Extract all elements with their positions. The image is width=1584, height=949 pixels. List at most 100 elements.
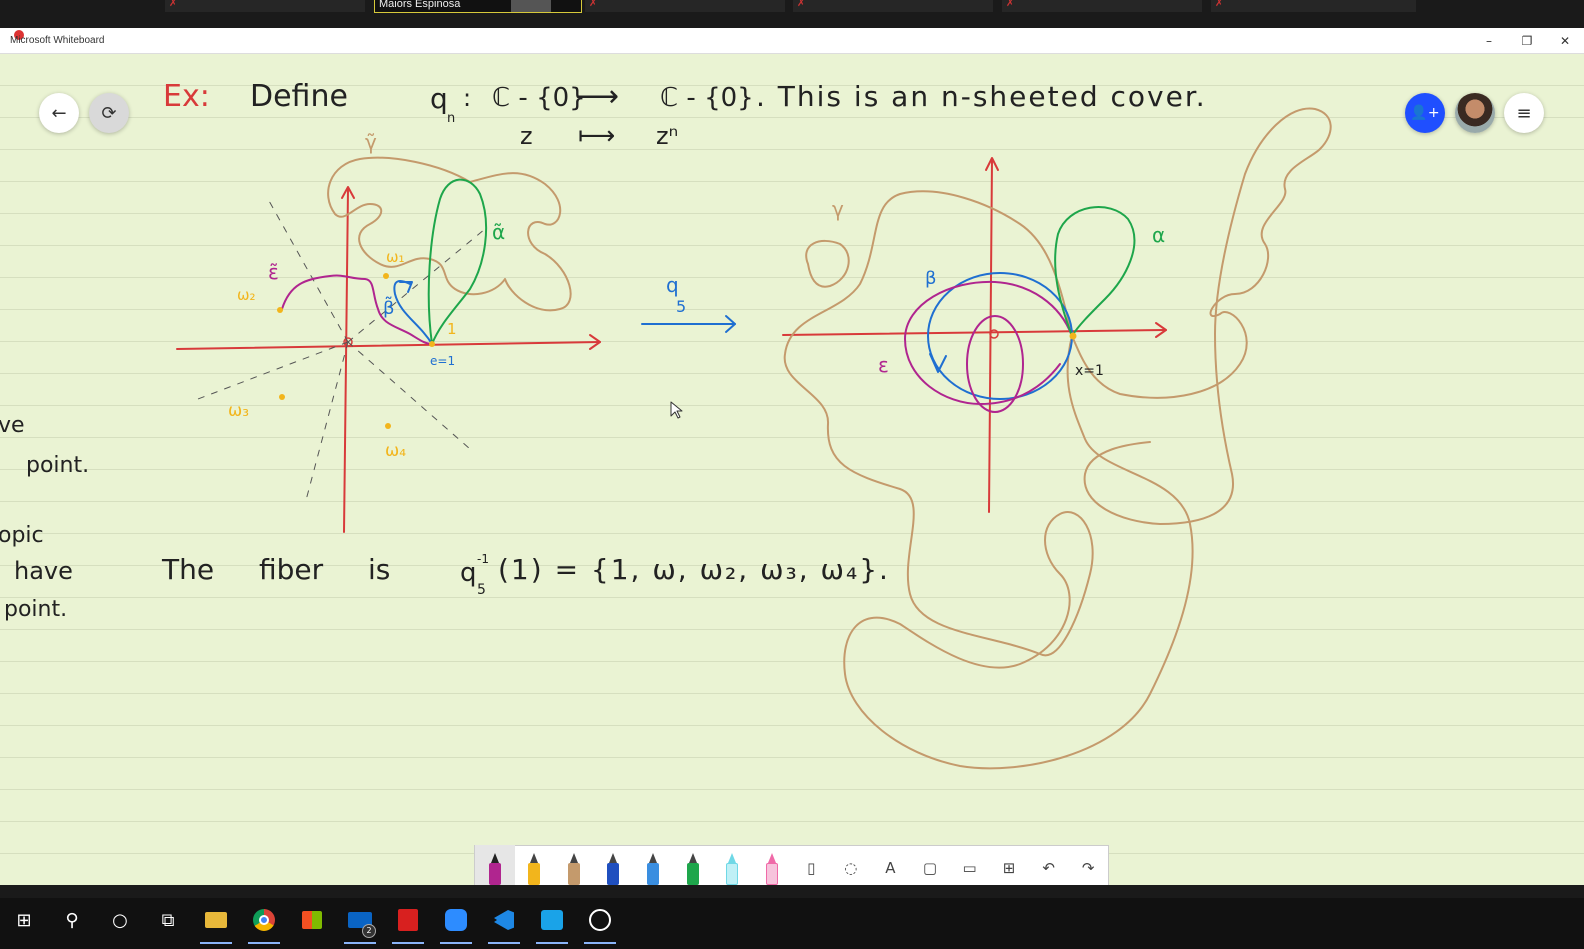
mouse-cursor-icon (670, 401, 683, 419)
muted-mic-icon: ✗ (1215, 0, 1224, 9)
ink-z: z (520, 122, 533, 150)
pen-blue-tool[interactable] (594, 845, 634, 885)
zoom-tile[interactable]: ✗ (793, 0, 993, 12)
store-icon[interactable] (288, 898, 336, 942)
acrobat-icon[interactable] (384, 898, 432, 944)
avatar[interactable] (1455, 93, 1495, 133)
back-button[interactable]: ← (39, 93, 79, 133)
label-w2: ω₂ (237, 286, 256, 304)
ink-domain: ℂ - {0} (492, 83, 586, 113)
zoom-icon[interactable] (432, 898, 480, 944)
menu-button[interactable]: ≡ (1504, 93, 1544, 133)
vscode-icon[interactable] (480, 898, 528, 944)
start-icon[interactable]: ⊞ (0, 898, 48, 942)
left-plot: γ̃ α̃ ε̃ β̃ ω₁ ω₂ ω₃ ω₄ 1 e=1 (176, 130, 601, 533)
label-gamma: γ (832, 197, 844, 221)
taskbar-gap (0, 885, 1584, 898)
task-view-icon[interactable]: ⧉ (144, 898, 192, 942)
label-w1: ω₁ (386, 248, 405, 266)
photos-icon[interactable] (576, 898, 624, 944)
add-icon: ⊞ (1002, 859, 1016, 877)
muted-mic-icon: ✗ (169, 0, 178, 9)
whiteboard-app-icon[interactable] (528, 898, 576, 944)
label-w3: ω₃ (228, 401, 249, 421)
whiteboard-canvas[interactable]: Ex: Define q n : ℂ - {0} ⟶ ℂ - {0} . Thi… (0, 54, 1584, 885)
lasso-tool[interactable]: ◌ (831, 845, 871, 885)
pen-yellow-tool[interactable] (515, 845, 555, 885)
pen-brown-tool[interactable] (554, 845, 594, 885)
file-explorer-icon[interactable] (192, 898, 240, 944)
map-q: q (666, 273, 679, 297)
margin-fragment-3: opic (0, 523, 44, 548)
zoom-active-speaker-tile[interactable]: Maiors Espinosa (374, 0, 582, 13)
pen-magenta-tool[interactable] (475, 845, 515, 885)
cortana-icon[interactable]: ○ (96, 898, 144, 942)
muted-mic-icon: ✗ (797, 0, 806, 9)
ink-fiber-q: q (460, 558, 477, 588)
point-one (429, 341, 435, 347)
text-icon: A (885, 859, 896, 877)
ink-statement: . This is an n-sheeted cover. (756, 80, 1207, 113)
shape-tool[interactable]: ▢ (910, 845, 950, 885)
redo-button[interactable]: ↷ (1068, 845, 1108, 885)
ink-arrow: ⟶ (576, 79, 619, 114)
invite-button[interactable]: 👤+ (1405, 93, 1445, 133)
minimize-button[interactable]: – (1474, 31, 1504, 51)
label-e1: e=1 (430, 354, 455, 368)
mail-badge: 2 (362, 924, 376, 938)
curve-gamma-tilde (327, 156, 572, 312)
label-beta-tilde: β̃ (383, 297, 395, 319)
ink-colon: : (463, 84, 471, 112)
map-q-sub: 5 (676, 297, 686, 316)
curve-beta-tilde (393, 280, 433, 345)
zoom-tile[interactable]: ✗ (1002, 0, 1202, 12)
lasso-icon: ◌ (844, 859, 858, 877)
ink-zn: zⁿ (656, 122, 678, 150)
map-q5: q 5 (641, 273, 736, 333)
redo-icon: ↷ (1081, 859, 1095, 877)
ink-q-sub: n (447, 111, 455, 126)
ink-fiber-sub: 5 (477, 582, 486, 598)
point-w3 (279, 394, 285, 400)
undo-button[interactable]: ↶ (1029, 845, 1069, 885)
close-button[interactable]: ✕ (1550, 31, 1580, 51)
image-icon: ▭ (962, 859, 977, 877)
label-x1: x=1 (1075, 363, 1104, 379)
zoom-tile[interactable]: ✗ (165, 0, 365, 12)
ink-ex: Ex: (163, 79, 210, 114)
speaker-video (511, 0, 551, 12)
label-gamma-tilde: γ̃ (365, 130, 377, 154)
image-tool[interactable]: ▭ (950, 845, 990, 885)
margin-fragment-4: have (14, 557, 73, 585)
highlighter-pink-tool[interactable] (752, 845, 792, 885)
label-w4: ω₄ (385, 441, 406, 461)
screen: ✗ Maiors Espinosa ✗ ✗ ✗ ✗ Microsoft Whit… (0, 0, 1584, 949)
restore-button[interactable]: ❐ (1512, 31, 1542, 51)
left-rays (197, 198, 486, 505)
ink-define: Define (250, 79, 348, 114)
ink-q: q (430, 82, 448, 115)
ruler-icon: ▯ (807, 859, 816, 877)
add-tool[interactable]: ⊞ (989, 845, 1029, 885)
ink-fiber-set: (1) = {1, ω, ω₂, ω₃, ω₄}. (498, 553, 890, 586)
shape-icon: ▢ (922, 859, 938, 877)
mail-icon[interactable]: 2 (336, 898, 384, 944)
pen-light-blue-tool[interactable] (633, 845, 673, 885)
zoom-tile[interactable]: ✗ (585, 0, 785, 12)
ink-layer: Ex: Define q n : ℂ - {0} ⟶ ℂ - {0} . Thi… (0, 79, 1332, 770)
label-one: 1 (447, 320, 457, 338)
left-y-axis (343, 188, 349, 533)
ruler-tool[interactable]: ▯ (792, 845, 832, 885)
text-tool[interactable]: A (871, 845, 911, 885)
search-icon[interactable]: ⚲ (48, 898, 96, 942)
pen-green-tool[interactable] (673, 845, 713, 885)
point-w1 (383, 273, 389, 279)
sync-icon[interactable]: ⟳ (89, 93, 129, 133)
pen-toolbar: ▯ ◌ A ▢ ▭ ⊞ ↶ ↷ (474, 845, 1109, 885)
chrome-icon[interactable] (240, 898, 288, 944)
curve-beta (927, 272, 1073, 400)
zoom-tile[interactable]: ✗ (1211, 0, 1416, 12)
windows-taskbar: ⊞ ⚲ ○ ⧉ 2 (0, 898, 1584, 949)
highlighter-cyan-tool[interactable] (712, 845, 752, 885)
right-plot: γ α β ε x=1 (782, 107, 1332, 770)
